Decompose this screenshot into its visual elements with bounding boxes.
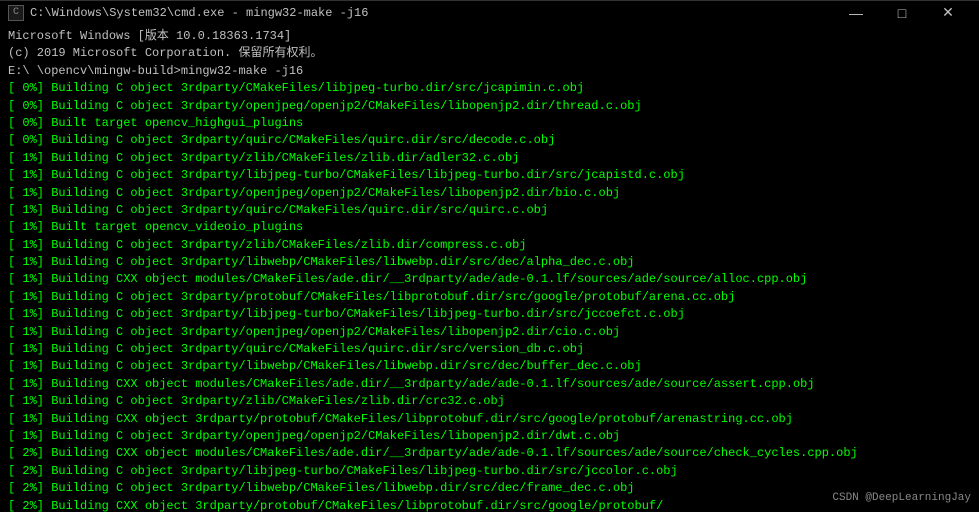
- terminal-output-line: [ 1%] Building C object 3rdparty/openjpe…: [8, 428, 971, 445]
- terminal-output-line: [ 1%] Building CXX object modules/CMakeF…: [8, 271, 971, 288]
- terminal-output-line: [ 1%] Building C object 3rdparty/protobu…: [8, 289, 971, 306]
- terminal-output-line: [ 0%] Building C object 3rdparty/quirc/C…: [8, 132, 971, 149]
- terminal-output-line: [ 1%] Building C object 3rdparty/openjpe…: [8, 324, 971, 341]
- terminal-output-line: [ 1%] Building C object 3rdparty/quirc/C…: [8, 341, 971, 358]
- terminal-output-line: [ 1%] Building C object 3rdparty/quirc/C…: [8, 202, 971, 219]
- terminal-output-line: [ 1%] Building C object 3rdparty/libwebp…: [8, 358, 971, 375]
- terminal-output-line: [ 1%] Building C object 3rdparty/libjpeg…: [8, 167, 971, 184]
- minimize-button[interactable]: —: [833, 1, 879, 25]
- terminal-output-line: [ 0%] Building C object 3rdparty/CMakeFi…: [8, 80, 971, 97]
- terminal-output-line: [ 1%] Building C object 3rdparty/openjpe…: [8, 185, 971, 202]
- close-button[interactable]: ✕: [925, 1, 971, 25]
- terminal-header-line: E:\ \opencv\mingw-build>mingw32-make -j1…: [8, 63, 971, 80]
- terminal-output-line: [ 1%] Building C object 3rdparty/libwebp…: [8, 254, 971, 271]
- terminal-output-line: [ 1%] Building C object 3rdparty/zlib/CM…: [8, 237, 971, 254]
- terminal-output-line: [ 1%] Building C object 3rdparty/libjpeg…: [8, 306, 971, 323]
- terminal-output-line: [ 1%] Building CXX object modules/CMakeF…: [8, 376, 971, 393]
- terminal-header-line: (c) 2019 Microsoft Corporation. 保留所有权利。: [8, 45, 971, 62]
- terminal-header-line: Microsoft Windows [版本 10.0.18363.1734]: [8, 28, 971, 45]
- terminal: Microsoft Windows [版本 10.0.18363.1734](c…: [0, 24, 979, 512]
- terminal-output-line: [ 1%] Building C object 3rdparty/zlib/CM…: [8, 150, 971, 167]
- maximize-button[interactable]: □: [879, 1, 925, 25]
- watermark: CSDN @DeepLearningJay: [832, 492, 971, 504]
- terminal-output-line: [ 2%] Building CXX object modules/CMakeF…: [8, 445, 971, 462]
- terminal-output-line: [ 1%] Building CXX object 3rdparty/proto…: [8, 411, 971, 428]
- title-bar: C C:\Windows\System32\cmd.exe - mingw32-…: [0, 0, 979, 24]
- terminal-output-line: [ 1%] Building C object 3rdparty/zlib/CM…: [8, 393, 971, 410]
- title-bar-icon: C: [8, 5, 24, 21]
- terminal-output-line: [ 2%] Building C object 3rdparty/libjpeg…: [8, 463, 971, 480]
- terminal-output-line: [ 0%] Built target opencv_highgui_plugin…: [8, 115, 971, 132]
- terminal-output-line: [ 2%] Building C object 3rdparty/libwebp…: [8, 480, 971, 497]
- terminal-output-line: [ 2%] Building CXX object 3rdparty/proto…: [8, 498, 971, 512]
- title-bar-text: C:\Windows\System32\cmd.exe - mingw32-ma…: [30, 6, 833, 20]
- terminal-output-line: [ 1%] Built target opencv_videoio_plugin…: [8, 219, 971, 236]
- terminal-output-line: [ 0%] Building C object 3rdparty/openjpe…: [8, 98, 971, 115]
